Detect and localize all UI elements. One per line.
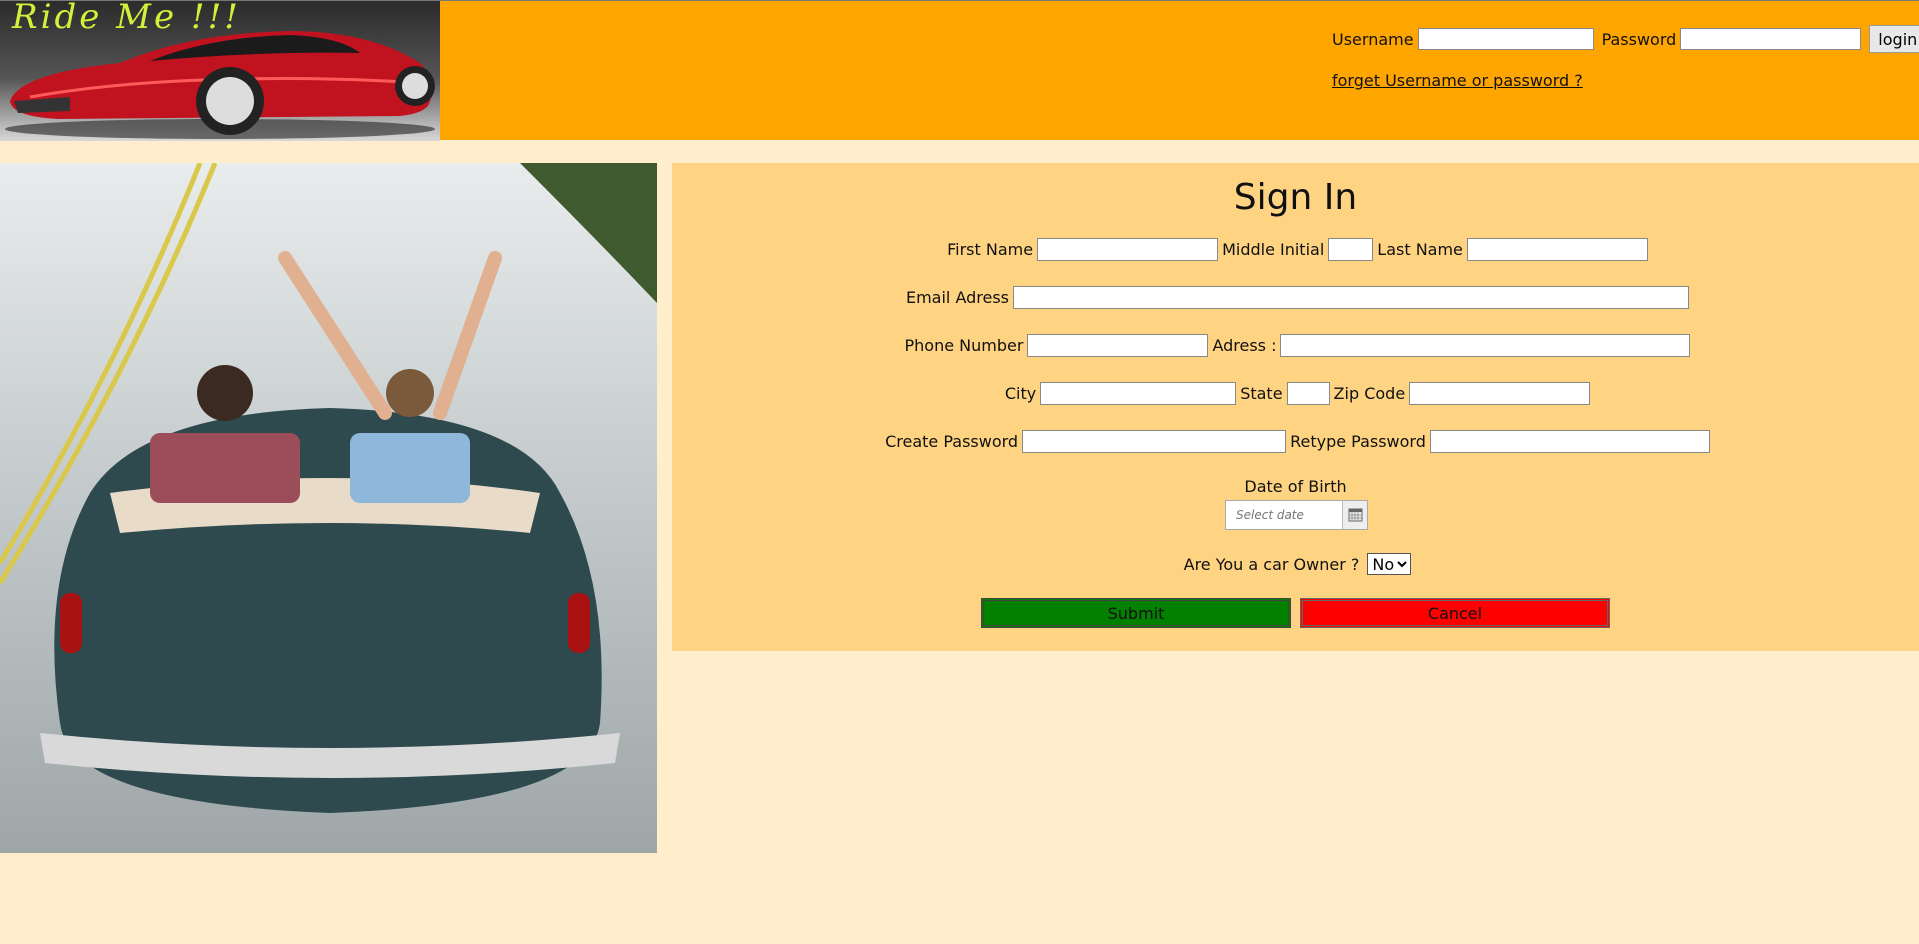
logo-text: Ride Me !!! bbox=[12, 1, 241, 37]
owner-row: Are You a car Owner ? No bbox=[672, 553, 1919, 575]
username-label: Username bbox=[1332, 29, 1414, 49]
login-button[interactable]: login bbox=[1869, 25, 1919, 53]
password-input[interactable] bbox=[1680, 28, 1862, 50]
retype-password-label: Retype Password bbox=[1290, 432, 1426, 451]
convertible-car-photo bbox=[0, 163, 657, 853]
phone-address-row: Phone Number Adress : bbox=[672, 334, 1919, 357]
forget-credentials-link[interactable]: forget Username or password ? bbox=[1332, 71, 1583, 90]
city-input[interactable] bbox=[1040, 382, 1237, 405]
city-state-zip-row: City State Zip Code bbox=[672, 382, 1919, 405]
address-label: Adress : bbox=[1212, 336, 1277, 355]
email-row: Email Adress bbox=[672, 286, 1919, 309]
submit-button[interactable]: Submit bbox=[981, 598, 1291, 628]
email-input[interactable] bbox=[1013, 286, 1690, 309]
sign-in-panel: Sign In First Name Middle Initial Last N… bbox=[672, 163, 1919, 651]
password-label: Password bbox=[1601, 29, 1677, 49]
date-input[interactable] bbox=[1226, 501, 1344, 529]
city-label: City bbox=[1004, 384, 1037, 403]
logo: Ride Me !!! bbox=[0, 1, 440, 141]
phone-label: Phone Number bbox=[904, 336, 1024, 355]
header-bar: Ride Me !!! Username Password login forg… bbox=[0, 0, 1919, 141]
create-password-label: Create Password bbox=[885, 432, 1019, 451]
name-row: First Name Middle Initial Last Name bbox=[672, 238, 1919, 261]
last-name-label: Last Name bbox=[1377, 240, 1463, 259]
calendar-icon[interactable] bbox=[1342, 501, 1367, 529]
middle-initial-label: Middle Initial bbox=[1222, 240, 1325, 259]
owner-label: Are You a car Owner ? bbox=[1183, 554, 1360, 574]
page-title: Sign In bbox=[1233, 177, 1358, 218]
state-input[interactable] bbox=[1286, 382, 1330, 405]
create-password-input[interactable] bbox=[1022, 430, 1287, 453]
date-picker[interactable] bbox=[1225, 500, 1368, 530]
middle-initial-input[interactable] bbox=[1328, 238, 1374, 261]
dob-label: Date of Birth bbox=[1244, 477, 1347, 496]
phone-input[interactable] bbox=[1027, 334, 1209, 357]
address-input[interactable] bbox=[1280, 334, 1691, 357]
convertible-illustration bbox=[0, 163, 657, 813]
calendar-icon-graphic bbox=[1348, 508, 1363, 522]
retype-password-input[interactable] bbox=[1429, 430, 1710, 453]
zip-input[interactable] bbox=[1409, 382, 1591, 405]
login-area: Username Password login bbox=[1332, 25, 1919, 53]
first-name-input[interactable] bbox=[1037, 238, 1219, 261]
owner-select[interactable]: No bbox=[1367, 553, 1412, 575]
login-row: Username Password login bbox=[1332, 25, 1919, 53]
state-label: State bbox=[1240, 384, 1283, 403]
username-input[interactable] bbox=[1417, 28, 1594, 50]
email-label: Email Adress bbox=[905, 288, 1010, 307]
last-name-input[interactable] bbox=[1466, 238, 1648, 261]
zip-label: Zip Code bbox=[1333, 384, 1406, 403]
first-name-label: First Name bbox=[947, 240, 1034, 259]
password-row: Create Password Retype Password bbox=[672, 430, 1919, 453]
cancel-button[interactable]: Cancel bbox=[1300, 598, 1610, 628]
